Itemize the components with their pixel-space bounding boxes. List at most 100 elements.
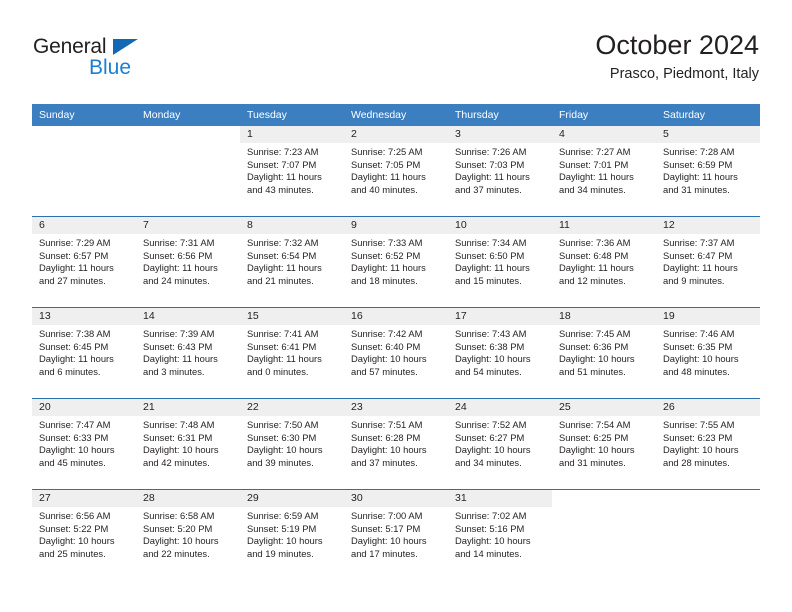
sunset-text: Sunset: 6:52 PM	[351, 249, 421, 261]
calendar-cell[interactable]: 5 Sunrise: 7:28 AM Sunset: 6:59 PM Daylight…	[656, 126, 760, 217]
calendar-cell[interactable]: 29 Sunrise: 6:59 AM Sunset: 5:19 PM Dayligh…	[240, 489, 344, 580]
sunset-text: Sunset: 6:57 PM	[39, 249, 109, 261]
sunset-text: Sunset: 6:43 PM	[143, 340, 213, 352]
calendar-week-row: 20 Sunrise: 7:47 AM Sunset: 6:33 PM Dayligh…	[32, 398, 760, 490]
calendar-cell[interactable]: 20 Sunrise: 7:47 AM Sunset: 6:33 PM Dayligh…	[32, 398, 136, 490]
calendar-cell[interactable]: 1 Sunrise: 7:23 AM Sunset: 7:07 PM Daylight…	[240, 126, 344, 217]
calendar-cell[interactable]: 17 Sunrise: 7:43 AM Sunset: 6:38 PM Dayligh…	[448, 307, 552, 399]
generalblue-logo: General Blue	[33, 36, 233, 86]
calendar-cell[interactable]: 30 Sunrise: 7:00 AM Sunset: 5:17 PM Dayligh…	[344, 489, 448, 580]
sunrise-text: Sunrise: 7:27 AM	[559, 146, 631, 157]
calendar-cell[interactable]: 12 Sunrise: 7:37 AM Sunset: 6:47 PM Dayligh…	[656, 216, 760, 308]
day-number: 1	[240, 126, 344, 143]
calendar-cell[interactable]: 21 Sunrise: 7:48 AM Sunset: 6:31 PM Dayligh…	[136, 398, 240, 490]
day-number: 26	[656, 399, 760, 416]
sunset-text: Sunset: 6:40 PM	[351, 340, 421, 352]
calendar-cell[interactable]: 16 Sunrise: 7:42 AM Sunset: 6:40 PM Dayligh…	[344, 307, 448, 399]
calendar-cell[interactable]: 19 Sunrise: 7:46 AM Sunset: 6:35 PM Dayligh…	[656, 307, 760, 399]
calendar-cell[interactable]: 25 Sunrise: 7:54 AM Sunset: 6:25 PM Dayligh…	[552, 398, 656, 490]
calendar-cell[interactable]: 23 Sunrise: 7:51 AM Sunset: 6:28 PM Dayligh…	[344, 398, 448, 490]
day-details: Sunrise: 7:34 AM Sunset: 6:50 PM Daylight:…	[448, 234, 552, 287]
day-cell: 10 Sunrise: 7:34 AM Sunset: 6:50 PM Dayligh…	[448, 217, 552, 306]
day-details: Sunrise: 7:48 AM Sunset: 6:31 PM Daylight:…	[136, 416, 240, 469]
daylight-text: Daylight: 11 hours and 9 minutes.	[663, 262, 738, 286]
daylight-text: Daylight: 11 hours and 15 minutes.	[455, 262, 530, 286]
sunrise-text: Sunrise: 7:42 AM	[351, 328, 423, 339]
calendar-cell[interactable]: 14 Sunrise: 7:39 AM Sunset: 6:43 PM Dayligh…	[136, 307, 240, 399]
page-subtitle: Prasco, Piedmont, Italy	[609, 66, 759, 83]
day-details: Sunrise: 7:45 AM Sunset: 6:36 PM Daylight:…	[552, 325, 656, 378]
daylight-text: Daylight: 11 hours and 37 minutes.	[455, 171, 530, 195]
day-cell: 29 Sunrise: 6:59 AM Sunset: 5:19 PM Dayligh…	[240, 490, 344, 579]
day-details: Sunrise: 7:52 AM Sunset: 6:27 PM Daylight:…	[448, 416, 552, 469]
day-number: 23	[344, 399, 448, 416]
sunrise-text: Sunrise: 7:33 AM	[351, 237, 423, 248]
calendar-cell[interactable]: 8 Sunrise: 7:32 AM Sunset: 6:54 PM Daylight…	[240, 216, 344, 308]
calendar-cell[interactable]: 13 Sunrise: 7:38 AM Sunset: 6:45 PM Dayligh…	[32, 307, 136, 399]
calendar-cell[interactable]: 11 Sunrise: 7:36 AM Sunset: 6:48 PM Dayligh…	[552, 216, 656, 308]
day-details: Sunrise: 7:46 AM Sunset: 6:35 PM Daylight:…	[656, 325, 760, 378]
day-details: Sunrise: 7:27 AM Sunset: 7:01 PM Daylight:…	[552, 143, 656, 196]
day-cell: 2 Sunrise: 7:25 AM Sunset: 7:05 PM Daylight…	[344, 126, 448, 215]
sunset-text: Sunset: 6:38 PM	[455, 340, 525, 352]
calendar-cell[interactable]: 7 Sunrise: 7:31 AM Sunset: 6:56 PM Daylight…	[136, 216, 240, 308]
calendar-cell[interactable]: 6 Sunrise: 7:29 AM Sunset: 6:57 PM Daylight…	[32, 216, 136, 308]
calendar-cell[interactable]: 28 Sunrise: 6:58 AM Sunset: 5:20 PM Dayligh…	[136, 489, 240, 580]
calendar-cell[interactable]: 31 Sunrise: 7:02 AM Sunset: 5:16 PM Dayligh…	[448, 489, 552, 580]
logo-triangle-icon	[113, 39, 138, 55]
calendar-cell[interactable]: 10 Sunrise: 7:34 AM Sunset: 6:50 PM Dayligh…	[448, 216, 552, 308]
calendar-cell[interactable]: 15 Sunrise: 7:41 AM Sunset: 6:41 PM Dayligh…	[240, 307, 344, 399]
calendar-cell	[552, 489, 656, 580]
weekday-header-friday: Friday	[552, 104, 656, 126]
sunrise-text: Sunrise: 7:37 AM	[663, 237, 735, 248]
calendar-cell[interactable]: 3 Sunrise: 7:26 AM Sunset: 7:03 PM Daylight…	[448, 126, 552, 217]
title-block: October 2024 Prasco, Piedmont, Italy	[595, 30, 759, 83]
day-cell: 21 Sunrise: 7:48 AM Sunset: 6:31 PM Dayligh…	[136, 399, 240, 488]
daylight-text: Daylight: 10 hours and 17 minutes.	[351, 535, 427, 559]
calendar-cell[interactable]: 24 Sunrise: 7:52 AM Sunset: 6:27 PM Dayligh…	[448, 398, 552, 490]
daylight-text: Daylight: 10 hours and 54 minutes.	[455, 353, 531, 377]
day-number: 16	[344, 308, 448, 325]
calendar-cell	[136, 126, 240, 217]
daylight-text: Daylight: 11 hours and 0 minutes.	[247, 353, 322, 377]
daylight-text: Daylight: 11 hours and 43 minutes.	[247, 171, 322, 195]
calendar-cell[interactable]: 2 Sunrise: 7:25 AM Sunset: 7:05 PM Daylight…	[344, 126, 448, 217]
sunrise-text: Sunrise: 7:41 AM	[247, 328, 319, 339]
day-number: 10	[448, 217, 552, 234]
sunrise-text: Sunrise: 6:58 AM	[143, 510, 215, 521]
day-number: 3	[448, 126, 552, 143]
day-cell: 25 Sunrise: 7:54 AM Sunset: 6:25 PM Dayligh…	[552, 399, 656, 488]
calendar-cell[interactable]: 27 Sunrise: 6:56 AM Sunset: 5:22 PM Dayligh…	[32, 489, 136, 580]
calendar-week-row: 13 Sunrise: 7:38 AM Sunset: 6:45 PM Dayligh…	[32, 307, 760, 399]
day-cell-empty	[552, 490, 656, 579]
sunset-text: Sunset: 6:54 PM	[247, 249, 317, 261]
day-number: 6	[32, 217, 136, 234]
sunrise-text: Sunrise: 7:23 AM	[247, 146, 319, 157]
sunset-text: Sunset: 6:28 PM	[351, 431, 421, 443]
calendar-cell[interactable]: 4 Sunrise: 7:27 AM Sunset: 7:01 PM Daylight…	[552, 126, 656, 217]
day-details: Sunrise: 7:32 AM Sunset: 6:54 PM Daylight:…	[240, 234, 344, 287]
day-details: Sunrise: 7:31 AM Sunset: 6:56 PM Daylight:…	[136, 234, 240, 287]
daylight-text: Daylight: 11 hours and 40 minutes.	[351, 171, 426, 195]
day-cell: 13 Sunrise: 7:38 AM Sunset: 6:45 PM Dayligh…	[32, 308, 136, 397]
daylight-text: Daylight: 10 hours and 45 minutes.	[39, 444, 115, 468]
sunrise-text: Sunrise: 7:39 AM	[143, 328, 215, 339]
sunset-text: Sunset: 6:59 PM	[663, 158, 733, 170]
day-cell: 11 Sunrise: 7:36 AM Sunset: 6:48 PM Dayligh…	[552, 217, 656, 306]
calendar-cell[interactable]: 22 Sunrise: 7:50 AM Sunset: 6:30 PM Dayligh…	[240, 398, 344, 490]
day-details: Sunrise: 7:55 AM Sunset: 6:23 PM Daylight:…	[656, 416, 760, 469]
calendar-cell[interactable]: 9 Sunrise: 7:33 AM Sunset: 6:52 PM Daylight…	[344, 216, 448, 308]
day-number	[32, 126, 136, 143]
sunrise-text: Sunrise: 7:46 AM	[663, 328, 735, 339]
daylight-text: Daylight: 10 hours and 14 minutes.	[455, 535, 531, 559]
day-number: 2	[344, 126, 448, 143]
day-number: 22	[240, 399, 344, 416]
calendar-cell[interactable]: 18 Sunrise: 7:45 AM Sunset: 6:36 PM Dayligh…	[552, 307, 656, 399]
sunrise-text: Sunrise: 7:54 AM	[559, 419, 631, 430]
sunrise-text: Sunrise: 7:45 AM	[559, 328, 631, 339]
daylight-text: Daylight: 11 hours and 21 minutes.	[247, 262, 322, 286]
daylight-text: Daylight: 11 hours and 18 minutes.	[351, 262, 426, 286]
calendar-cell[interactable]: 26 Sunrise: 7:55 AM Sunset: 6:23 PM Dayligh…	[656, 398, 760, 490]
sunrise-text: Sunrise: 7:50 AM	[247, 419, 319, 430]
weekday-header-monday: Monday	[136, 104, 240, 126]
